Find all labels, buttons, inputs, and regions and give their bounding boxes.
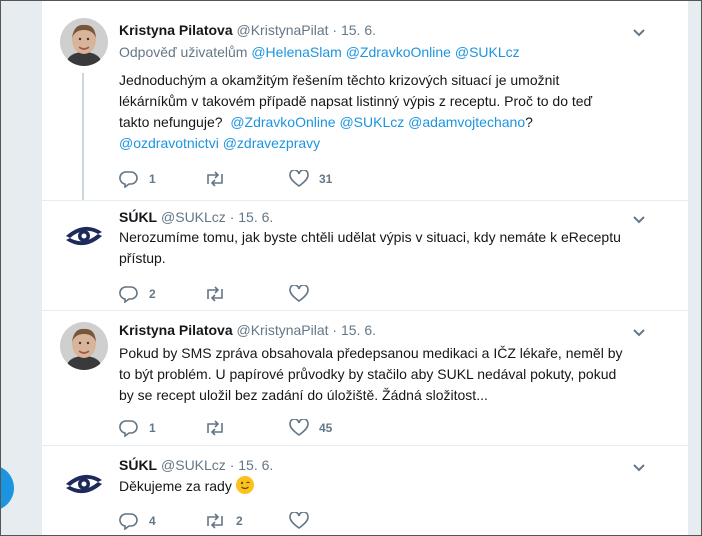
chevron-down-icon[interactable]	[632, 25, 646, 37]
reply-button[interactable]: 1	[119, 169, 156, 189]
text-line: Jednoduchým a okamžitým řešením těchto k…	[119, 72, 560, 88]
reply-button[interactable]: 1	[119, 418, 156, 438]
tweet-date[interactable]: 15. 6.	[238, 457, 273, 473]
reply-count: 4	[149, 514, 156, 528]
tweet-2[interactable]: SÚKL @SUKLcz · 15. 6. Nerozumíme tomu, j…	[42, 200, 688, 311]
reply-icon	[119, 286, 138, 303]
text-line: Děkujeme za rady	[119, 478, 232, 494]
text-fragment: ?	[525, 114, 533, 130]
reply-button[interactable]: 2	[119, 284, 156, 304]
text-line: lékárníkům v takovém případě napsat list…	[119, 93, 593, 109]
woman-photo-avatar	[60, 322, 108, 370]
like-count: 45	[319, 421, 333, 435]
text-line: Pokud by SMS zpráva obsahovala předepsan…	[119, 345, 623, 361]
like-count: 31	[319, 172, 333, 186]
like-button[interactable]: 31	[289, 169, 332, 189]
heart-icon	[289, 285, 309, 302]
thread-connector-line	[82, 73, 84, 200]
reply-icon	[119, 171, 138, 188]
retweet-icon	[207, 513, 223, 529]
sukl-logo-avatar	[60, 460, 108, 508]
reply-count: 1	[149, 421, 156, 435]
text-line: by se recept uložil bez zadání do úložiš…	[119, 387, 488, 403]
tweet-text: Nerozumíme tomu, jak byste chtěli udělat…	[119, 227, 649, 269]
retweet-button[interactable]	[204, 418, 236, 438]
reply-count: 1	[149, 172, 156, 186]
heart-icon	[289, 170, 309, 187]
mention-link[interactable]: @ZdravkoOnline	[230, 114, 335, 130]
sukl-logo-avatar	[60, 212, 108, 260]
retweet-icon	[207, 171, 223, 187]
separator-dot: ·	[332, 322, 338, 338]
reply-count: 2	[149, 287, 156, 301]
retweet-icon	[207, 286, 223, 302]
author-name[interactable]: SÚKL	[119, 457, 157, 473]
chevron-down-icon[interactable]	[632, 212, 646, 224]
winking-face-emoji	[235, 476, 254, 494]
mention-link[interactable]: @HelenaSlam	[251, 44, 341, 60]
like-button[interactable]	[289, 284, 319, 304]
retweet-icon	[207, 420, 223, 436]
retweet-button[interactable]: 2	[204, 511, 243, 531]
separator-dot: ·	[332, 22, 338, 38]
reply-to-label: Odpověď uživatelům	[119, 44, 248, 60]
retweet-count: 2	[236, 514, 243, 528]
retweet-button[interactable]	[204, 284, 236, 304]
reply-icon	[119, 513, 138, 530]
author-handle[interactable]: @SUKLcz	[161, 457, 226, 473]
author-handle[interactable]: @KristynaPilat	[237, 322, 329, 338]
mention-link[interactable]: @ozdravotnictvi	[119, 135, 219, 151]
tweet-1[interactable]: Kristyna Pilatova @KristynaPilat · 15. 6…	[42, 1, 688, 201]
retweet-button[interactable]	[204, 169, 236, 189]
tweet-date[interactable]: 15. 6.	[341, 322, 376, 338]
mention-link[interactable]: @zdravezpravy	[223, 135, 320, 151]
tweet-header: Kristyna Pilatova @KristynaPilat · 15. 6…	[119, 321, 376, 339]
tweet-header: Kristyna Pilatova @KristynaPilat · 15. 6…	[119, 21, 376, 39]
text-fragment: takto nefunguje?	[119, 114, 223, 130]
chevron-down-icon[interactable]	[632, 460, 646, 472]
avatar-sukl[interactable]	[60, 212, 108, 260]
avatar-kristyna[interactable]	[60, 18, 108, 66]
avatar-kristyna[interactable]	[60, 322, 108, 370]
author-name[interactable]: Kristyna Pilatova	[119, 22, 233, 38]
avatar-sukl[interactable]	[60, 460, 108, 508]
like-button[interactable]	[289, 511, 319, 531]
tweet-thread: Kristyna Pilatova @KristynaPilat · 15. 6…	[42, 1, 688, 535]
separator-dot: ·	[229, 457, 235, 473]
tweet-header: SÚKL @SUKLcz · 15. 6.	[119, 456, 273, 474]
mention-link[interactable]: @adamvojtechano	[408, 114, 525, 130]
heart-icon	[289, 512, 309, 529]
author-name[interactable]: SÚKL	[119, 209, 157, 225]
tweet-date[interactable]: 15. 6.	[341, 22, 376, 38]
mention-link[interactable]: @ZdravkoOnline	[346, 44, 451, 60]
tweet-4[interactable]: SÚKL @SUKLcz · 15. 6. Děkujeme za rady 4…	[42, 445, 688, 535]
tweet-text: Pokud by SMS zpráva obsahovala předepsan…	[119, 343, 649, 406]
author-handle[interactable]: @KristynaPilat	[237, 22, 329, 38]
mention-link[interactable]: @SUKLcz	[455, 44, 520, 60]
author-handle[interactable]: @SUKLcz	[161, 209, 226, 225]
text-line: @ozdravotnictvi @zdravezpravy	[119, 133, 649, 154]
text-line: to být problém. U papírové průvodky by s…	[119, 366, 617, 382]
reply-to-line: Odpověď uživatelům @HelenaSlam @ZdravkoO…	[119, 44, 520, 60]
woman-photo-avatar	[60, 18, 108, 66]
mention-link[interactable]: @SUKLcz	[339, 114, 404, 130]
tweet-text: Děkujeme za rady	[119, 476, 649, 497]
text-line: přístup.	[119, 250, 166, 266]
tweet-date[interactable]: 15. 6.	[238, 209, 273, 225]
like-button[interactable]: 45	[289, 418, 332, 438]
author-name[interactable]: Kristyna Pilatova	[119, 322, 233, 338]
heart-icon	[289, 419, 309, 436]
text-line: takto nefunguje? @ZdravkoOnline @SUKLcz …	[119, 112, 649, 133]
reply-icon	[119, 420, 138, 437]
tweet-3[interactable]: Kristyna Pilatova @KristynaPilat · 15. 6…	[42, 310, 688, 446]
tweet-text: Jednoduchým a okamžitým řešením těchto k…	[119, 70, 649, 154]
separator-dot: ·	[229, 209, 235, 225]
tweet-header: SÚKL @SUKLcz · 15. 6.	[119, 208, 273, 226]
chevron-down-icon[interactable]	[632, 325, 646, 337]
reply-button[interactable]: 4	[119, 511, 156, 531]
text-line: Nerozumíme tomu, jak byste chtěli udělat…	[119, 229, 621, 245]
window-frame: Kristyna Pilatova @KristynaPilat · 15. 6…	[0, 0, 702, 536]
